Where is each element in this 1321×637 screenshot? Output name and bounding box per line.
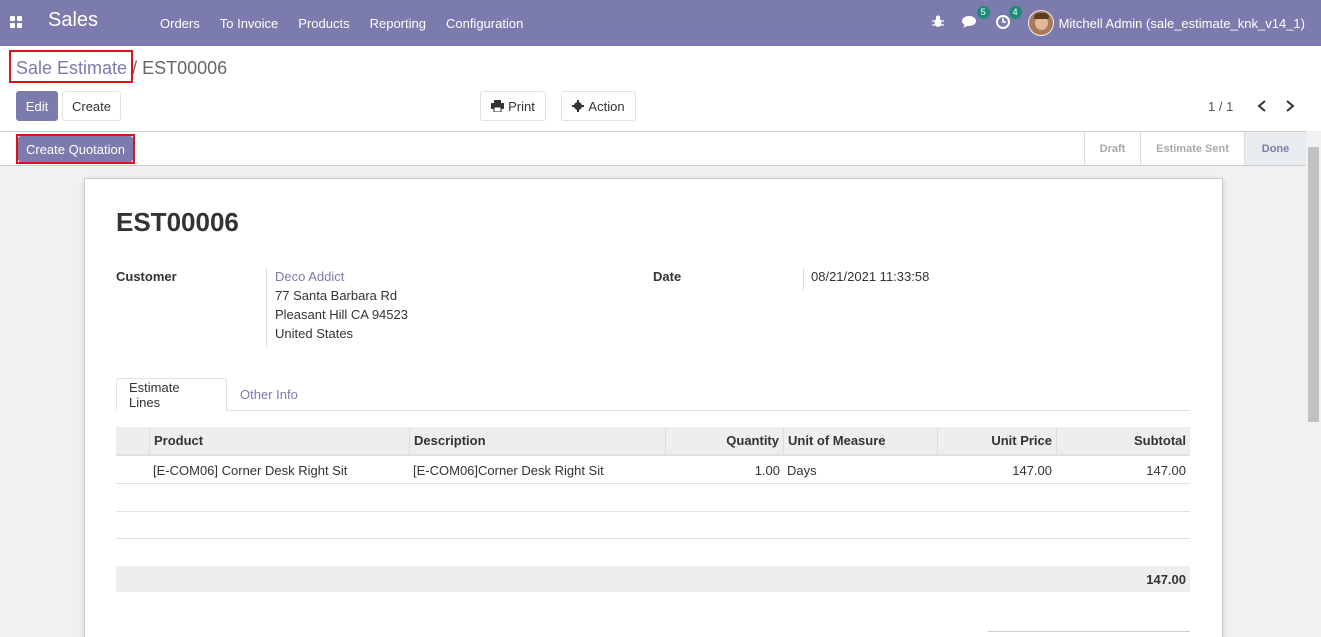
messages-count-badge: 5	[976, 6, 990, 19]
menu-reporting[interactable]: Reporting	[360, 16, 436, 31]
lines-table-footer: 147.00	[116, 566, 1190, 592]
cell-quantity[interactable]: 1.00	[740, 463, 780, 478]
print-icon	[491, 100, 505, 112]
col-product[interactable]: Product	[149, 427, 409, 454]
customer-address-line3: United States	[275, 326, 354, 341]
user-menu-name[interactable]: Mitchell Admin (sale_estimate_knk_v14_1)	[1059, 16, 1305, 31]
messages-chat-icon[interactable]: 5	[961, 6, 990, 31]
totals-divider	[988, 631, 1190, 632]
activities-clock-icon[interactable]: 4	[995, 5, 1022, 32]
edit-button[interactable]: Edit	[16, 91, 58, 121]
stage-draft[interactable]: Draft	[1084, 132, 1140, 165]
pager-previous-icon[interactable]	[1256, 99, 1268, 113]
action-button[interactable]: Action	[561, 91, 636, 121]
cell-product[interactable]: [E-COM06] Corner Desk Right Sit	[153, 463, 347, 478]
col-description[interactable]: Description	[409, 427, 665, 454]
cell-unit-price[interactable]: 147.00	[1000, 463, 1052, 478]
tab-other-info[interactable]: Other Info	[228, 378, 310, 411]
cell-subtotal: 147.00	[1146, 463, 1186, 478]
create-button[interactable]: Create	[62, 91, 121, 121]
date-value: 08/21/2021 11:33:58	[811, 269, 930, 284]
tab-estimate-lines[interactable]: Estimate Lines	[116, 378, 227, 411]
lines-table-header: Product Description Quantity Unit of Mea…	[116, 427, 1190, 456]
gear-icon	[572, 100, 585, 112]
col-handle	[116, 427, 149, 454]
user-avatar[interactable]	[1027, 10, 1054, 36]
date-field-divider	[803, 268, 804, 291]
date-label: Date	[653, 269, 682, 284]
cell-unit-of-measure[interactable]: Days	[787, 463, 817, 478]
action-label: Action	[588, 98, 625, 114]
main-menu: Orders To Invoice Products Reporting Con…	[150, 0, 533, 46]
customer-label: Customer	[116, 269, 177, 284]
activities-count-badge: 4	[1008, 5, 1022, 19]
scrollbar-thumb[interactable]	[1308, 147, 1319, 422]
col-quantity[interactable]: Quantity	[665, 427, 783, 454]
col-subtotal[interactable]: Subtotal	[1056, 427, 1190, 454]
highlight-create-quotation	[16, 134, 135, 164]
systray: 5 4 Mitchell Admin (sale_estimate_knk_v1…	[931, 0, 1321, 46]
menu-configuration[interactable]: Configuration	[436, 16, 533, 31]
col-unit-of-measure[interactable]: Unit of Measure	[783, 427, 937, 454]
apps-menu-icon[interactable]	[10, 16, 23, 29]
row-divider	[116, 483, 1190, 484]
status-bar: Create Quotation Draft Estimate Sent Don…	[0, 131, 1321, 166]
pager-next-icon[interactable]	[1284, 99, 1296, 113]
row-divider	[116, 538, 1190, 539]
app-brand[interactable]: Sales	[48, 9, 98, 32]
print-button[interactable]: Print	[480, 91, 546, 121]
cell-description[interactable]: [E-COM06]Corner Desk Right Sit	[413, 463, 604, 478]
customer-field-divider	[266, 268, 267, 347]
col-unit-price[interactable]: Unit Price	[937, 427, 1056, 454]
table-total: 147.00	[1146, 572, 1186, 587]
debug-bug-icon[interactable]	[931, 15, 944, 31]
top-navbar: Sales Orders To Invoice Products Reporti…	[0, 0, 1321, 46]
record-title: EST00006	[116, 207, 239, 237]
stage-done[interactable]: Done	[1244, 132, 1306, 165]
row-divider	[116, 511, 1190, 512]
customer-name-link[interactable]: Deco Addict	[275, 269, 344, 284]
vertical-scrollbar[interactable]	[1306, 131, 1321, 637]
stage-estimate-sent[interactable]: Estimate Sent	[1140, 132, 1244, 165]
menu-to-invoice[interactable]: To Invoice	[210, 16, 289, 31]
customer-address-line1: 77 Santa Barbara Rd	[275, 288, 398, 303]
breadcrumb-current: EST00006	[142, 58, 228, 78]
pager-value[interactable]: 1 / 1	[1208, 99, 1233, 114]
highlight-breadcrumb	[9, 50, 133, 83]
menu-products[interactable]: Products	[288, 16, 359, 31]
menu-orders[interactable]: Orders	[150, 16, 210, 31]
customer-address-line2: Pleasant Hill CA 94523	[275, 307, 408, 322]
print-label: Print	[508, 98, 535, 114]
